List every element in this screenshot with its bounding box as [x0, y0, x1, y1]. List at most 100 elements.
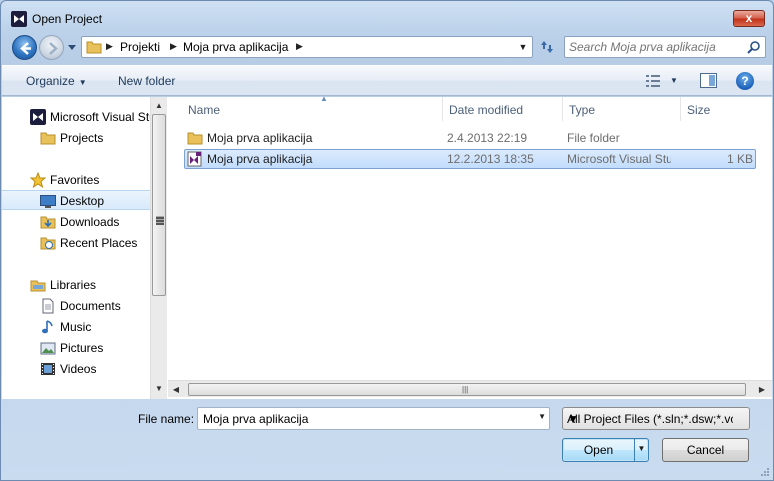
column-name-label: Name [188, 103, 221, 117]
search-icon[interactable] [747, 40, 761, 54]
nav-item-label: Recent Places [60, 236, 138, 250]
recent-locations-dropdown-icon[interactable] [67, 41, 77, 53]
chevron-down-icon[interactable]: ▼ [517, 39, 529, 55]
organize-button[interactable]: Organize ▼ [26, 74, 87, 88]
breadcrumb-arrow-icon[interactable]: ▶ [106, 41, 113, 52]
chevron-down-icon: ▼ [637, 444, 646, 453]
scrollbar-thumb[interactable]: ▬ ▬ ▬ [152, 114, 166, 296]
open-options-dropdown[interactable]: ▼ [634, 438, 648, 462]
file-name-label: File name: [138, 412, 195, 426]
nav-item-label: Downloads [60, 215, 120, 229]
arrow-left-icon [20, 42, 31, 55]
refresh-icon[interactable] [537, 38, 557, 56]
file-list: Name ▲ Date modified Type Size Moja prva… [168, 94, 772, 399]
vs-solution-icon [187, 151, 202, 167]
cancel-button[interactable]: Cancel [662, 438, 749, 462]
title-bar[interactable]: Open Project x [1, 1, 773, 35]
column-header-name[interactable]: Name ▲ [182, 94, 443, 121]
nav-item-recent-places[interactable]: Recent Places [2, 233, 150, 253]
nav-item-label: Desktop [60, 194, 105, 208]
visual-studio-icon [30, 109, 46, 125]
file-list-horizontal-scrollbar[interactable]: ◀ ||| ▶ [168, 380, 772, 397]
window-title: Open Project [32, 12, 103, 26]
nav-item-label: Music [60, 320, 92, 334]
nav-item-label: Libraries [50, 278, 97, 292]
file-type: Microsoft Visual Studio Solution [567, 152, 671, 166]
forward-button[interactable] [39, 35, 64, 60]
search-input[interactable] [567, 38, 745, 56]
chevron-down-icon[interactable]: ▼ [670, 76, 678, 85]
scroll-down-icon[interactable]: ▼ [151, 381, 167, 397]
nav-item-microsoft-visual-studio[interactable]: Microsoft Visual Studio [2, 107, 150, 127]
nav-item-documents[interactable]: Documents [2, 296, 150, 316]
file-name-input[interactable] [201, 410, 526, 427]
nav-item-desktop[interactable]: Desktop [2, 190, 150, 210]
nav-item-label: Documents [60, 299, 121, 313]
music-icon [42, 320, 53, 334]
nav-item-label: Videos [60, 362, 97, 376]
preview-pane-icon[interactable] [700, 73, 717, 88]
nav-item-label: Projects [60, 131, 104, 145]
search-box[interactable] [564, 36, 766, 58]
help-icon[interactable]: ? [736, 72, 754, 90]
resize-grip-icon[interactable] [760, 467, 770, 477]
grip-icon: ▬ ▬ ▬ [156, 212, 164, 227]
file-type: File folder [567, 131, 620, 145]
content-area: Microsoft Visual Studio Projects Favorit… [2, 94, 772, 399]
navigation-pane-scrollbar[interactable]: ▲ ▬ ▬ ▬ ▼ [150, 97, 167, 399]
visual-studio-icon [11, 11, 27, 27]
nav-item-projects[interactable]: Projects [2, 128, 150, 148]
nav-item-videos[interactable]: Videos [2, 359, 150, 379]
navigation-pane: Microsoft Visual Studio Projects Favorit… [2, 97, 150, 399]
scrollbar-thumb[interactable]: ||| [188, 383, 746, 396]
sort-ascending-icon: ▲ [320, 94, 328, 103]
file-type-filter-select[interactable]: All Project Files (*.sln;*.dsw;*.vc ▼ [562, 407, 750, 430]
column-header-size[interactable]: Size [681, 97, 761, 121]
breadcrumb-moja-prva-aplikacija[interactable]: Moja prva aplikacija [183, 40, 288, 54]
file-row-folder[interactable]: Moja prva aplikacija 2.4.2013 22:19 File… [184, 128, 756, 148]
pictures-icon [40, 342, 56, 355]
file-size: 1 KB [726, 152, 753, 166]
nav-item-libraries[interactable]: Libraries [2, 275, 150, 295]
scroll-left-icon[interactable]: ◀ [168, 381, 184, 398]
column-date-label: Date modified [449, 103, 524, 117]
breadcrumb-arrow-icon[interactable]: ▶ [170, 41, 177, 52]
scroll-right-icon[interactable]: ▶ [754, 381, 770, 398]
view-options-icon[interactable] [646, 75, 660, 87]
desktop-icon [40, 195, 56, 208]
back-button[interactable] [12, 35, 37, 60]
cancel-button-label: Cancel [686, 443, 725, 457]
file-row-solution[interactable]: Moja prva aplikacija 12.2.2013 18:35 Mic… [184, 149, 756, 169]
column-type-label: Type [569, 103, 596, 117]
nav-item-label: Favorites [50, 173, 100, 187]
breadcrumb-arrow-icon[interactable]: ▶ [296, 41, 303, 52]
file-date: 12.2.2013 18:35 [447, 152, 534, 166]
file-name: Moja prva aplikacija [207, 131, 313, 145]
nav-item-favorites[interactable]: Favorites [2, 170, 150, 190]
close-button[interactable]: x [733, 10, 765, 27]
chevron-down-icon[interactable]: ▼ [538, 412, 546, 421]
folder-icon [187, 132, 203, 145]
file-date: 2.4.2013 22:19 [447, 131, 528, 145]
breadcrumb-projekti[interactable]: Projekti [120, 40, 160, 54]
chevron-down-icon: ▼ [567, 412, 579, 426]
column-header-date-modified[interactable]: Date modified [443, 97, 563, 121]
address-bar[interactable]: ▶ Projekti ▶ Moja prva aplikacija ▶ ▼ [81, 36, 533, 58]
open-project-dialog: Open Project x ▶ Projekti ▶ Moja prva ap… [0, 0, 774, 481]
file-name-combobox[interactable]: ▼ [197, 407, 550, 430]
column-size-label: Size [687, 103, 711, 117]
column-header-type[interactable]: Type [563, 97, 681, 121]
organize-label: Organize [26, 74, 75, 88]
command-bar: Organize ▼ New folder ▼ ? [2, 65, 772, 96]
grip-icon: ||| [462, 385, 469, 394]
folder-icon [86, 41, 102, 54]
new-folder-button[interactable]: New folder [118, 74, 175, 88]
scroll-up-icon[interactable]: ▲ [151, 98, 167, 114]
documents-icon [42, 298, 54, 314]
downloads-folder-icon [40, 216, 56, 229]
nav-item-downloads[interactable]: Downloads [2, 212, 150, 232]
open-button-label: Open [583, 443, 614, 457]
nav-item-music[interactable]: Music [2, 317, 150, 337]
nav-item-pictures[interactable]: Pictures [2, 338, 150, 358]
folder-icon [40, 132, 56, 145]
